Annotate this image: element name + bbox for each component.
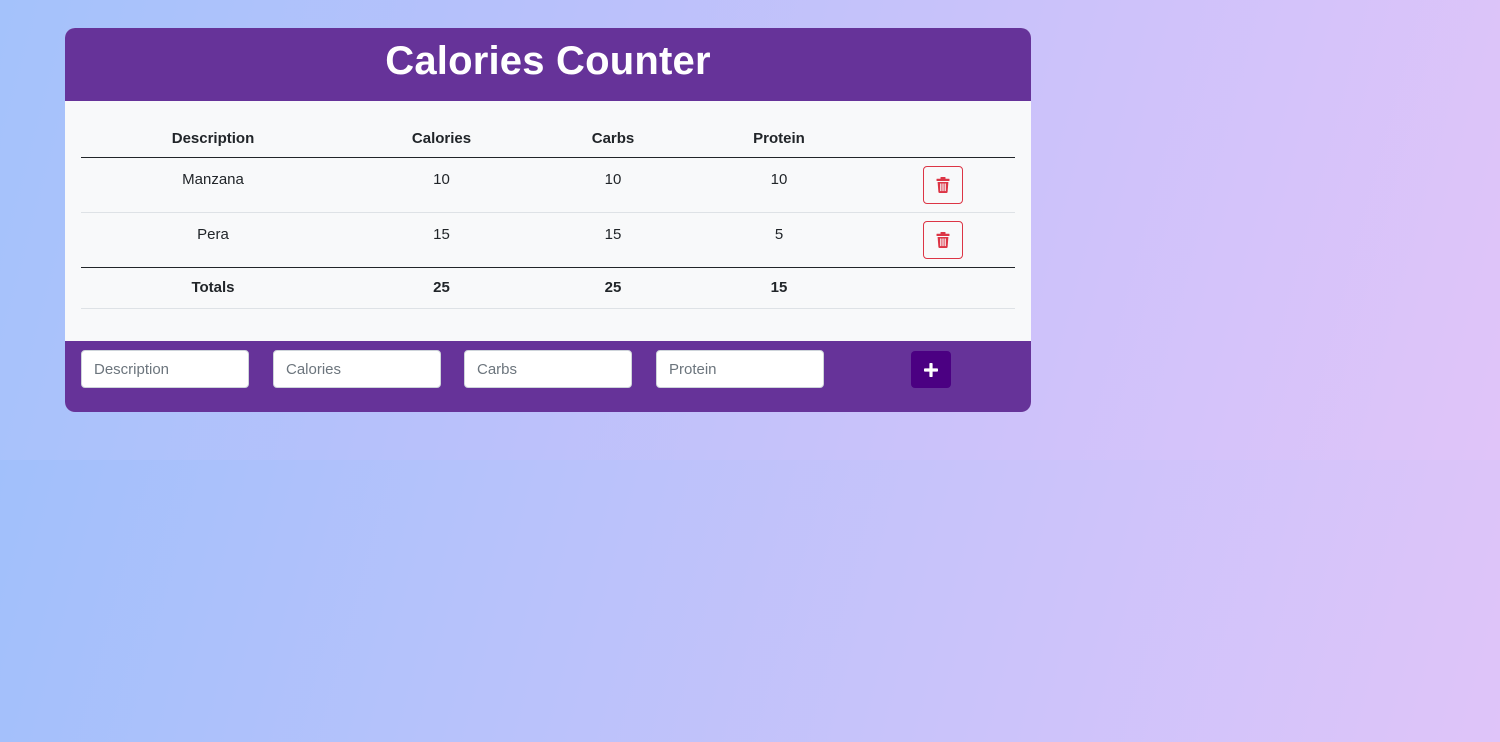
add-button[interactable]: [911, 351, 951, 388]
calories-input[interactable]: [273, 350, 441, 388]
card-header: Calories Counter: [65, 28, 1031, 101]
column-header-protein: Protein: [688, 101, 870, 158]
table-row: Manzana 10 10 10: [81, 157, 1015, 213]
totals-row: Totals 25 25 15: [81, 267, 1015, 309]
calories-card: Calories Counter Description Calories Ca…: [65, 28, 1031, 412]
carbs-input[interactable]: [464, 350, 632, 388]
table-header-row: Description Calories Carbs Protein: [81, 101, 1015, 158]
description-input[interactable]: [81, 350, 249, 388]
cell-actions: [870, 157, 1015, 213]
table-row: Pera 15 15 5: [81, 212, 1015, 268]
totals-label: Totals: [81, 267, 345, 309]
cell-description: Pera: [81, 212, 345, 268]
column-header-description: Description: [81, 101, 345, 158]
delete-button[interactable]: [922, 165, 963, 204]
add-item-form: [65, 341, 1031, 412]
cell-protein: 5: [688, 212, 870, 268]
table-wrapper: Description Calories Carbs Protein Manza…: [81, 101, 1015, 309]
column-header-actions: [870, 101, 1015, 158]
cell-protein: 10: [688, 157, 870, 213]
total-calories: 25: [345, 267, 538, 309]
column-header-calories: Calories: [345, 101, 538, 158]
food-table: Description Calories Carbs Protein Manza…: [81, 101, 1015, 309]
plus-icon: [924, 362, 938, 377]
trash-icon: [936, 231, 949, 248]
delete-button[interactable]: [922, 220, 963, 259]
total-carbs: 25: [538, 267, 688, 309]
cell-carbs: 10: [538, 157, 688, 213]
cell-description: Manzana: [81, 157, 345, 213]
background-bottom: [0, 460, 1500, 742]
cell-actions: [870, 212, 1015, 268]
total-protein: 15: [688, 267, 870, 309]
cell-carbs: 15: [538, 212, 688, 268]
totals-empty-cell: [870, 267, 1015, 309]
cell-calories: 10: [345, 157, 538, 213]
cell-calories: 15: [345, 212, 538, 268]
page-title: Calories Counter: [385, 39, 711, 83]
protein-input[interactable]: [656, 350, 824, 388]
trash-icon: [936, 176, 949, 193]
column-header-carbs: Carbs: [538, 101, 688, 158]
